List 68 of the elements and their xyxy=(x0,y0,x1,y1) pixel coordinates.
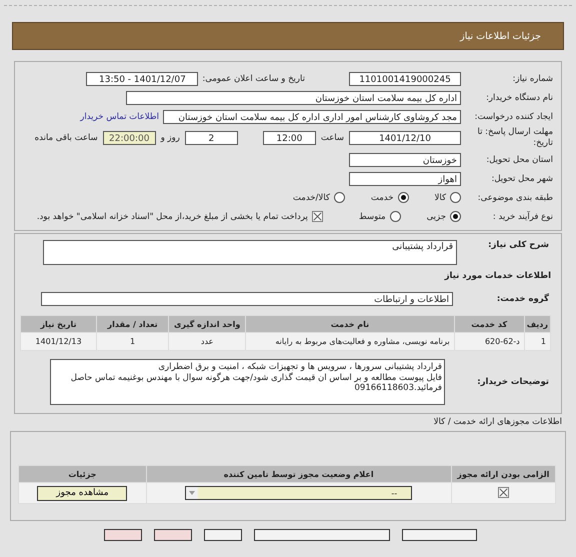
deadline-time-field: 12:00 xyxy=(262,131,316,145)
radio-button[interactable] xyxy=(390,211,401,222)
field-label: طبقه بندی موضوعی: xyxy=(476,192,554,202)
button[interactable] xyxy=(154,529,192,541)
radio-label: کالا xyxy=(434,192,446,202)
radio-label: جزیی xyxy=(426,212,446,222)
field-label: توضیحات خریدار: xyxy=(476,377,550,387)
field-label: ایجاد کننده درخواست: xyxy=(474,112,554,122)
table-cell: د-62-620 xyxy=(454,332,524,350)
radio-label: خدمت xyxy=(370,192,394,202)
page-title: جزئیات اطلاعات نیاز xyxy=(460,30,541,42)
table-cell: 1 xyxy=(524,332,550,350)
radio-button[interactable] xyxy=(398,192,409,203)
radio-button[interactable] xyxy=(450,211,461,222)
status-dropdown[interactable]: -- xyxy=(185,486,412,500)
remaining-label: ساعت باقی مانده xyxy=(34,133,98,143)
table-cell: عدد xyxy=(168,332,246,350)
button[interactable] xyxy=(104,529,142,541)
field-label: گروه خدمت: xyxy=(496,294,550,304)
field-label: استان محل تحویل: xyxy=(485,154,554,164)
column-header: الزامی بودن ارائه مجوز xyxy=(451,466,556,482)
description-field: قرارداد پشتیبانی xyxy=(43,240,457,265)
days-label: روز و xyxy=(160,133,180,143)
province-field: خوزستان xyxy=(349,152,461,166)
column-header: جزئیات xyxy=(18,466,146,482)
city-field: اهواز xyxy=(349,172,461,186)
column-header: تاریخ نیاز xyxy=(20,316,96,332)
column-header: اعلام وضعیت مجوز توسط تامین کننده xyxy=(146,466,452,482)
field-label: نوع فرآیند خرید : xyxy=(492,212,554,222)
field-label: شرح کلی نیاز: xyxy=(487,240,550,250)
section-heading: اطلاعات مجوزهای ارائه خدمت / کالا xyxy=(432,417,562,427)
need-number-field: 1101001419000245 xyxy=(349,72,461,86)
column-header: کد خدمت xyxy=(454,316,524,332)
button[interactable] xyxy=(254,529,390,541)
field-label: شهر محل تحویل: xyxy=(490,174,554,184)
radio-label: متوسط xyxy=(358,212,386,222)
requester-field: مجد کروشاوی کارشناس امور اداری اداره کل بیمه سلامت استان خوزستان xyxy=(163,110,461,124)
table-cell: 1 xyxy=(96,332,169,350)
checkbox[interactable] xyxy=(312,211,323,222)
radio-button[interactable] xyxy=(334,192,345,203)
column-header: واحد اندازه گیری xyxy=(168,316,246,332)
remaining-time-field: 22:00:00 xyxy=(102,131,156,145)
buyer-contact-link[interactable]: اطلاعات تماس خریدار xyxy=(80,112,159,122)
time-label: ساعت xyxy=(320,133,344,143)
button[interactable] xyxy=(402,529,477,541)
radio-button[interactable] xyxy=(450,192,461,203)
announce-date-field: 1401/12/07 - 13:50 xyxy=(86,72,198,86)
field-label: شماره نیاز: xyxy=(512,74,554,84)
service-group-field: اطلاعات و ارتباطات xyxy=(41,292,453,306)
view-license-button[interactable]: مشاهده مجوز xyxy=(37,486,128,500)
field-label: مهلت ارسال پاسخ: تا تاریخ: xyxy=(476,127,554,149)
table-cell: برنامه نویسی، مشاوره و فعالیت‌های مربوط به رایانه xyxy=(246,332,454,350)
deadline-date-field: 1401/12/10 xyxy=(349,131,461,145)
section-heading: اطلاعات خدمات مورد نیاز xyxy=(443,271,551,281)
column-header: نام خدمت xyxy=(246,316,454,332)
days-field: 2 xyxy=(184,131,238,145)
radio-label: کالا/خدمت xyxy=(292,192,330,202)
caret-icon xyxy=(186,487,198,499)
checkbox[interactable] xyxy=(498,486,509,498)
field-label: نام دستگاه خریدار: xyxy=(485,92,554,102)
payment-label: پرداخت تمام یا بخشی از مبلغ خرید،از محل "اسناد خزانه اسلامی" خواهد بود. xyxy=(36,212,308,222)
button[interactable] xyxy=(204,529,242,541)
column-header: تعداد / مقدار xyxy=(96,316,169,332)
column-header: ردیف xyxy=(524,316,550,332)
field-label: تاریخ و ساعت اعلان عمومی: xyxy=(202,74,306,84)
table-cell: 1401/12/13 xyxy=(20,332,96,350)
buyer-field: اداره کل بیمه سلامت استان خوزستان xyxy=(126,90,461,104)
buyer-notes-field: قرارداد پشتیبانی سرورها ، سرویس ها و تجهیزات شبکه ، امنیت و برق اضطراری فایل پیوست مطالعه و بر اساس ان قیمت گذاری شود/جهت هرگونه سوال با مهندس بوغنیمه تماس حاصل فرمائید.09166118603 xyxy=(50,359,445,405)
